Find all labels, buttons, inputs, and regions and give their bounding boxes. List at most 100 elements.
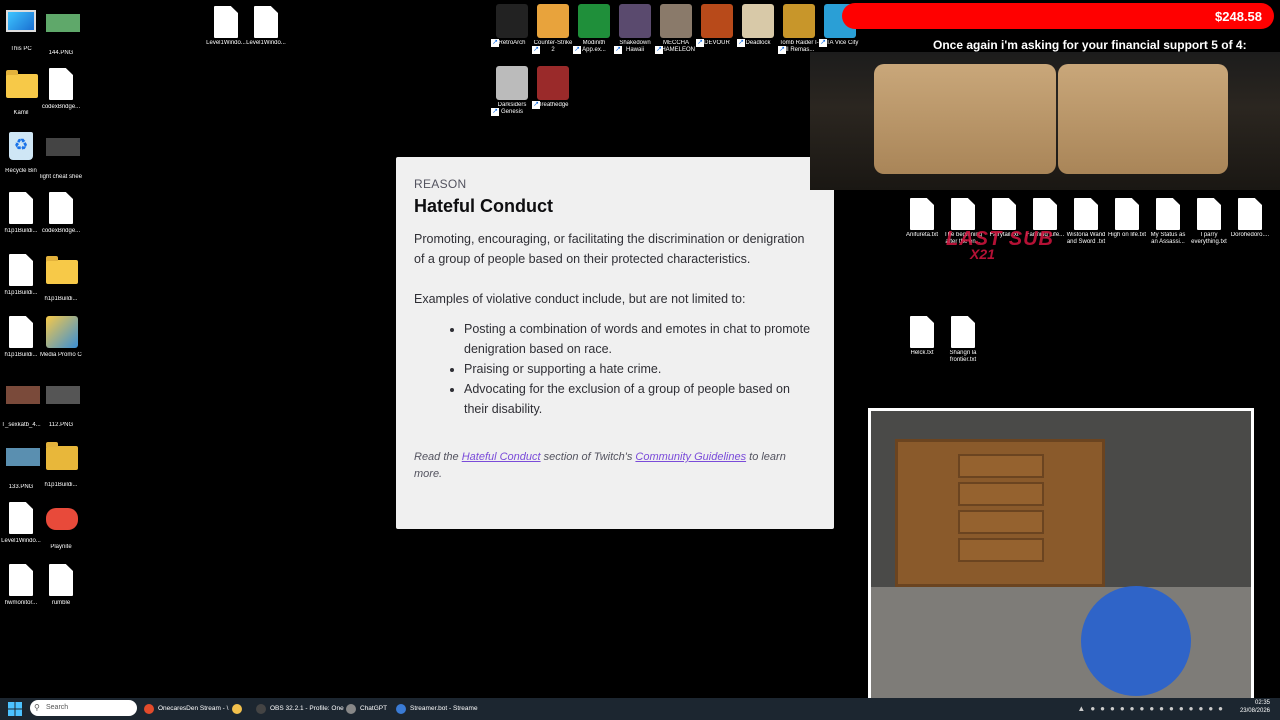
desktop-icon[interactable]: h1p1Buildi... xyxy=(40,254,82,303)
desktop-icon[interactable]: T_sexkatb_4... xyxy=(0,378,42,429)
desktop-file-icon[interactable]: Anifureta.txt xyxy=(901,198,943,239)
desktop-icon[interactable]: h1p1Buildi... xyxy=(0,192,42,235)
taskbar-app-label: ChatGPT xyxy=(360,705,388,712)
system-tray-icons[interactable]: ▲●●●●●●●●●●●●●● xyxy=(1077,704,1228,713)
desktop-icon[interactable]: 133.PNG xyxy=(0,440,42,491)
desktop-icon[interactable]: hwmonitor... xyxy=(0,564,42,607)
game-shortcut[interactable]: ↗ Breathedge xyxy=(532,66,574,109)
goal-amount: $248.58 xyxy=(1215,9,1262,24)
taskbar-app-button[interactable]: ChatGPT xyxy=(344,700,390,718)
desktop-icon[interactable]: Playnite xyxy=(40,502,82,551)
desktop-file-icon[interactable]: Level1Windo... xyxy=(205,6,247,47)
game-icon: ↗ xyxy=(737,4,774,47)
folder-icon xyxy=(46,256,78,294)
game-shortcut[interactable]: ↗ Counter-Strike 2 xyxy=(532,4,574,54)
reason-card: REASON Hateful Conduct Promoting, encour… xyxy=(396,157,834,529)
desktop-icon[interactable]: Kamil xyxy=(0,68,42,117)
shortcut-arrow-icon: ↗ xyxy=(532,101,540,109)
desktop-icon-label: Media Promo Collector X... xyxy=(40,352,82,358)
folder-icon xyxy=(46,256,78,284)
file-label: I parry everything.txt xyxy=(1191,232,1227,245)
game-shortcut[interactable]: ↗ Tomb Raider I-III Remas... xyxy=(778,4,820,54)
this-pc-icon xyxy=(6,10,36,44)
desktop-file-icon[interactable]: I parry everything.txt xyxy=(1188,198,1230,246)
game-shortcut[interactable]: ↗ DEVOUR xyxy=(696,4,738,47)
taskbar-app-button[interactable]: OBS 32.2.1 - Profile: One xyxy=(254,700,344,718)
game-shortcut[interactable]: ↗ Shakedown Hawaii xyxy=(614,4,656,54)
game-icon: ↗ xyxy=(573,4,610,54)
desktop-icon-label: rumble xyxy=(51,600,71,606)
desktop-file-icon[interactable]: Wistoria Wand and Sword .txt xyxy=(1065,198,1107,246)
taskbar-search[interactable]: ⚲ Search xyxy=(30,700,137,716)
game-icon: ↗ xyxy=(491,66,528,116)
document-icon xyxy=(1156,198,1180,230)
hateful-conduct-link[interactable]: Hateful Conduct xyxy=(462,451,541,463)
desktop-icon[interactable]: codexBridge... xyxy=(40,68,82,111)
image-thumbnail-icon xyxy=(46,386,80,404)
taskbar-clock[interactable]: 02:35 23/08/2026 xyxy=(1240,699,1270,715)
desktop-file-icon[interactable]: Shangri la frontier.txt xyxy=(942,316,984,364)
community-guidelines-link[interactable]: Community Guidelines xyxy=(635,451,746,463)
desktop-icon[interactable]: ♻ Recycle Bin xyxy=(0,130,42,175)
donation-goal-bar: $248.58 xyxy=(842,3,1274,29)
reason-title: Hateful Conduct xyxy=(414,196,553,216)
desktop-icon[interactable]: h1p1Buildi... xyxy=(0,316,42,359)
app-icon xyxy=(232,704,242,714)
game-shortcut[interactable]: ↗ RetroArch xyxy=(491,4,533,47)
search-placeholder: Search xyxy=(46,704,69,711)
image-thumbnail-icon xyxy=(46,14,80,32)
shortcut-arrow-icon: ↗ xyxy=(573,46,581,54)
document-icon xyxy=(49,192,73,224)
desktop-icon-label: This PC xyxy=(10,46,32,52)
document-icon xyxy=(46,192,76,226)
clock-date: 23/08/2026 xyxy=(1239,708,1270,714)
search-icon: ⚲ xyxy=(34,703,40,712)
drawer xyxy=(958,482,1044,506)
desktop-file-icon[interactable]: Helck.txt xyxy=(901,316,943,357)
desktop-icon[interactable]: Media Promo Collector X... xyxy=(40,316,82,359)
document-icon xyxy=(214,6,238,38)
desktop-icon[interactable]: rumble xyxy=(40,564,82,607)
desktop-icon-label: 112.PNG xyxy=(48,422,74,428)
windows-start-icon[interactable] xyxy=(8,702,22,716)
document-icon xyxy=(910,316,934,348)
webcam-sofa-view xyxy=(810,52,1280,190)
desktop-icon[interactable]: h1p1Buildi... xyxy=(0,254,42,297)
desktop-icon[interactable]: h1p1Buildi... xyxy=(40,440,82,489)
desktop-file-icon[interactable]: My Status as an Assassi... xyxy=(1147,198,1189,246)
taskbar-app-button[interactable] xyxy=(230,700,250,718)
image-thumbnail-icon xyxy=(46,386,80,420)
desktop-icon-label: codexBridge... xyxy=(41,228,81,234)
desktop-icon[interactable]: codexBridge... xyxy=(40,192,82,235)
image-thumbnail-icon xyxy=(6,386,40,404)
playnite-gamepad-icon xyxy=(46,508,78,530)
desktop-icon[interactable]: This PC xyxy=(0,6,42,53)
desktop-file-icon[interactable]: Dorohedoro.... xyxy=(1229,198,1271,239)
taskbar: ⚲ Search OnecaresDen Stream - \ OBS 32.2.… xyxy=(0,698,1280,720)
game-shortcut[interactable]: ↗ Modinith App.ex... xyxy=(573,4,615,54)
desktop-icon-label: h1p1Buildi... xyxy=(4,352,38,358)
document-icon xyxy=(951,316,975,348)
desktop-file-icon[interactable]: Level1Windo... xyxy=(245,6,287,47)
blue-chair xyxy=(1081,586,1191,696)
document-icon xyxy=(1238,198,1262,230)
game-shortcut[interactable]: ↗ Deadlock xyxy=(737,4,779,47)
file-label: My Status as an Assassi... xyxy=(1150,232,1186,245)
taskbar-app-button[interactable]: Streamer.bot - Streame xyxy=(394,700,480,718)
game-shortcut[interactable]: ↗ Darksiders Genesis xyxy=(491,66,533,116)
shortcut-arrow-icon: ↗ xyxy=(491,39,499,47)
app-icon xyxy=(144,704,154,714)
shortcut-arrow-icon: ↗ xyxy=(696,39,704,47)
desktop-icon[interactable]: Level1Windo... xyxy=(0,502,42,545)
desktop-icon[interactable]: light cheat sheet.webp xyxy=(40,130,82,181)
document-icon xyxy=(1033,198,1057,230)
folder-icon xyxy=(6,70,38,108)
taskbar-app-button[interactable]: OnecaresDen Stream - \ xyxy=(142,700,228,718)
clock-time: 02:35 xyxy=(1254,700,1270,706)
desktop-icon[interactable]: 112.PNG xyxy=(40,378,82,429)
desktop-file-icon[interactable]: High on life.txt xyxy=(1106,198,1148,239)
image-thumbnail-icon xyxy=(6,448,40,466)
game-shortcut[interactable]: ↗ MECCHA CHAMELEON xyxy=(655,4,697,54)
desktop-icon-label: codexBridge... xyxy=(41,104,81,110)
desktop-icon[interactable]: 144.PNG xyxy=(40,6,82,57)
